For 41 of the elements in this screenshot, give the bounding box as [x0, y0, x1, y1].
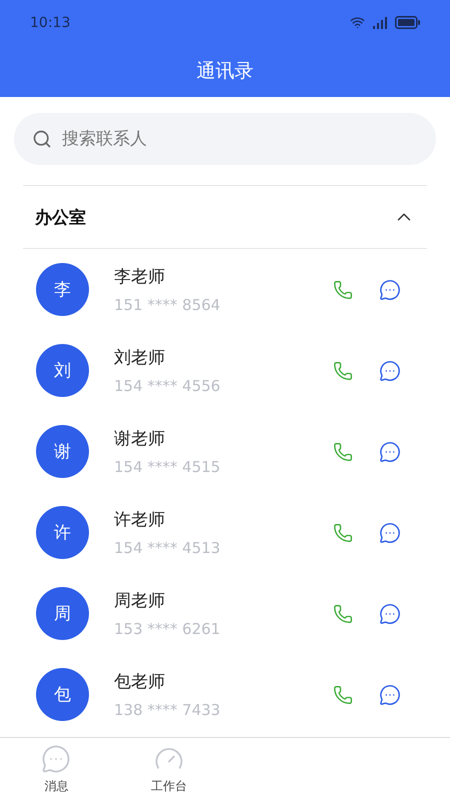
message-button[interactable]	[379, 522, 401, 544]
group-title: 办公室	[35, 206, 86, 228]
call-button[interactable]	[333, 684, 353, 704]
call-button[interactable]	[333, 280, 353, 300]
contact-name: 包老师	[114, 671, 166, 693]
tab-item[interactable]: 消息	[0, 738, 112, 800]
status-time: 10:13	[30, 14, 70, 30]
phone-number: 153 **** 6261	[114, 620, 222, 638]
phone-number: 154 **** 4515	[114, 458, 222, 476]
message-button[interactable]	[379, 602, 401, 624]
avatar: 包	[36, 668, 89, 721]
contact-name: 刘老师	[114, 347, 166, 369]
phone-number: 151 **** 8564	[114, 296, 222, 314]
battery-icon	[395, 16, 420, 29]
avatar: 谢	[36, 425, 89, 478]
page-title: 通讯录	[196, 59, 254, 84]
phone-number: 138 **** 7433	[114, 701, 222, 719]
message-button[interactable]	[379, 278, 401, 300]
signal-icon	[373, 16, 387, 28]
tab-item[interactable]: 工作台	[112, 738, 225, 800]
phone-number: 154 **** 4556	[114, 377, 222, 395]
message-button[interactable]	[379, 360, 401, 382]
avatar: 周	[36, 587, 89, 640]
message-button[interactable]	[379, 684, 401, 706]
call-button[interactable]	[333, 360, 353, 380]
chat-icon	[41, 744, 72, 774]
contact-name: 周老师	[114, 590, 166, 612]
avatar: 刘	[36, 344, 89, 397]
phone-number: 154 **** 4513	[114, 539, 222, 557]
avatar: 李	[36, 263, 89, 316]
contact-name: 李老师	[114, 266, 166, 288]
call-button[interactable]	[333, 604, 353, 624]
wifi-icon	[350, 15, 365, 30]
contact-name: 谢老师	[114, 428, 166, 450]
avatar: 许	[36, 506, 89, 559]
contact-name: 许老师	[114, 509, 166, 531]
search-field[interactable]: 搜索联系人	[14, 113, 436, 165]
search-icon	[32, 129, 52, 149]
call-button[interactable]	[333, 522, 353, 542]
message-button[interactable]	[379, 440, 401, 462]
call-button[interactable]	[333, 442, 353, 462]
